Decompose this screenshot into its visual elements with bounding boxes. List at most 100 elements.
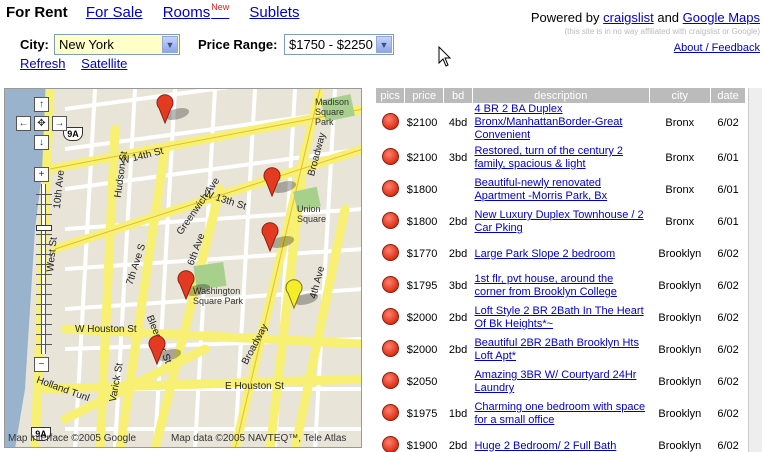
listing-city: Brooklyn — [658, 408, 702, 420]
listing-row[interactable]: $1795 3bd 1st flr, pvt house, around the… — [376, 270, 746, 302]
listing-price: $1800 — [406, 184, 438, 196]
listing-description-link[interactable]: Charming one bedroom with space for a sm… — [474, 401, 645, 426]
map-marker-red[interactable] — [177, 270, 215, 300]
listing-price: $2100 — [406, 116, 438, 129]
tab-for-rent[interactable]: For Rent — [6, 4, 68, 21]
pan-left-button[interactable]: ← — [16, 116, 31, 131]
listing-row[interactable]: $1800 2bd New Luxury Duplex Townhouse / … — [376, 206, 746, 238]
listing-city: Brooklyn — [658, 312, 702, 324]
listing-row[interactable]: $2100 4bd 4 BR 2 BA Duplex Bronx/Manhatt… — [376, 103, 746, 142]
chevron-down-icon[interactable]: ▼ — [162, 36, 178, 53]
listing-pic-icon[interactable] — [381, 372, 399, 389]
pan-up-button[interactable]: ↑ — [34, 97, 49, 112]
listing-city: Brooklyn — [658, 248, 702, 260]
listing-pic-icon[interactable] — [381, 244, 399, 261]
tab-rooms-label[interactable]: Rooms — [163, 4, 211, 21]
listing-pic-icon[interactable] — [381, 180, 399, 197]
listing-pic-icon[interactable] — [381, 436, 399, 452]
listing-date: 6/02 — [717, 344, 739, 356]
listing-date: 6/02 — [717, 376, 739, 388]
craigslist-link[interactable]: craigslist — [603, 10, 654, 25]
listing-row[interactable]: $1800 Beautiful-newly renovated Apartmen… — [376, 174, 746, 206]
listing-description-link[interactable]: 1st flr, pvt house, around the corner fr… — [474, 273, 616, 298]
listings-header-row: pics price bd description city date — [376, 88, 746, 103]
listing-description-link[interactable]: Amazing 3BR W/ Courtyard 24Hr Laundry — [474, 369, 636, 394]
listing-pic-icon[interactable] — [381, 112, 399, 130]
google-maps-link[interactable]: Google Maps — [683, 10, 760, 25]
zoom-track[interactable] — [41, 184, 46, 354]
listing-city: Brooklyn — [658, 344, 702, 356]
listing-description-link[interactable]: Loft Style 2 BR 2Bath In The Heart Of Bk… — [474, 305, 643, 330]
listing-price: $2100 — [406, 152, 438, 164]
satellite-link[interactable]: Satellite — [81, 56, 127, 71]
top-nav: For Rent For Sale RoomsNew Sublets — [6, 2, 315, 21]
listing-description-link[interactable]: Large Park Slope 2 bedroom — [474, 248, 615, 260]
pan-center-button[interactable]: ✥ — [34, 116, 49, 131]
zoom-out-button[interactable]: − — [34, 357, 49, 372]
map-marker-red[interactable] — [261, 222, 299, 252]
tab-rooms[interactable]: RoomsNew — [163, 2, 230, 21]
listing-date: 6/01 — [717, 216, 739, 228]
listing-date: 6/02 — [717, 280, 739, 292]
listing-pic-icon[interactable] — [381, 148, 399, 165]
map-marker-yellow[interactable] — [285, 279, 323, 309]
listing-row[interactable]: $1975 1bd Charming one bedroom with spac… — [376, 398, 746, 430]
listing-row[interactable]: $2050 Amazing 3BR W/ Courtyard 24Hr Laun… — [376, 366, 746, 398]
powered-by: Powered by craigslist and Google Maps — [531, 10, 760, 25]
listing-pic-icon[interactable] — [381, 404, 399, 421]
listing-bedrooms: 2bd — [448, 440, 468, 452]
listing-pic-icon[interactable] — [381, 212, 399, 229]
listing-city: Bronx — [665, 116, 695, 129]
refresh-link[interactable]: Refresh — [20, 56, 66, 71]
listings-panel[interactable]: pics price bd description city date $210… — [376, 88, 762, 452]
tab-for-sale[interactable]: For Sale — [86, 4, 143, 21]
column-header-city[interactable]: city — [649, 88, 712, 103]
listing-price: $1975 — [406, 408, 438, 420]
city-select[interactable]: New York ▼ — [54, 34, 180, 55]
listing-date: 6/02 — [717, 248, 739, 260]
listing-bedrooms: 2bd — [448, 312, 468, 324]
map-marker-red[interactable] — [263, 167, 301, 197]
listing-city: Brooklyn — [658, 440, 702, 452]
price-range-select[interactable]: $1750 - $2250 ▼ — [284, 34, 394, 55]
map-view[interactable]: W 14th St W 13th St Hudson St 10th Ave W… — [4, 88, 362, 448]
zoom-slider-thumb[interactable] — [36, 225, 52, 231]
listing-city: Bronx — [665, 216, 695, 228]
listing-description-link[interactable]: 4 BR 2 BA Duplex Bronx/ManhattanBorder-G… — [474, 103, 622, 141]
listing-row[interactable]: $1770 2bd Large Park Slope 2 bedroom Bro… — [376, 238, 746, 270]
listing-description-link[interactable]: Beautiful-newly renovated Apartment -Mor… — [474, 177, 607, 202]
listing-pic-icon[interactable] — [381, 276, 399, 293]
listing-city: Brooklyn — [658, 376, 702, 388]
listing-description-link[interactable]: Beautiful 2BR 2Bath Brooklyn Hts Loft Ap… — [474, 337, 638, 362]
zoom-in-button[interactable]: + — [34, 167, 49, 182]
pan-right-button[interactable]: → — [52, 116, 67, 131]
listing-pic-icon[interactable] — [381, 340, 399, 357]
listing-description-link[interactable]: New Luxury Duplex Townhouse / 2 Car Pkin… — [474, 209, 643, 234]
listing-bedrooms: 2bd — [448, 248, 468, 260]
map-marker-red[interactable] — [156, 94, 194, 124]
listing-row[interactable]: $2000 2bd Loft Style 2 BR 2Bath In The H… — [376, 302, 746, 334]
column-header-description[interactable]: description — [472, 88, 650, 103]
listing-pic-icon[interactable] — [381, 308, 399, 325]
column-header-pics[interactable]: pics — [376, 88, 406, 103]
map-copyright-data: Map data ©2005 NAVTEQ™, Tele Atlas — [171, 433, 347, 444]
pan-down-button[interactable]: ↓ — [34, 135, 49, 150]
column-header-date[interactable]: date — [710, 88, 746, 103]
map-marker-red[interactable] — [148, 335, 186, 365]
listing-date: 6/02 — [717, 116, 739, 129]
listing-city: Bronx — [665, 152, 695, 164]
listing-row[interactable]: $2100 3bd Restored, turn of the century … — [376, 142, 746, 174]
listing-description-link[interactable]: Restored, turn of the century 2 family, … — [474, 145, 623, 170]
tab-sublets[interactable]: Sublets — [249, 4, 299, 21]
chevron-down-icon[interactable]: ▼ — [376, 36, 392, 53]
about-feedback-link[interactable]: About / Feedback — [674, 42, 760, 54]
listing-row[interactable]: $1900 2bd Huge 2 Bedroom/ 2 Full Bath Br… — [376, 430, 746, 452]
listing-row[interactable]: $2000 2bd Beautiful 2BR 2Bath Brooklyn H… — [376, 334, 746, 366]
listing-date: 6/01 — [717, 152, 739, 164]
listing-bedrooms — [444, 366, 473, 398]
listings-scrollbar[interactable] — [748, 88, 762, 452]
column-header-price[interactable]: price — [404, 88, 445, 103]
price-range-value: $1750 - $2250 — [289, 37, 373, 52]
column-header-bd[interactable]: bd — [443, 88, 473, 103]
listing-description-link[interactable]: Huge 2 Bedroom/ 2 Full Bath — [474, 440, 616, 452]
